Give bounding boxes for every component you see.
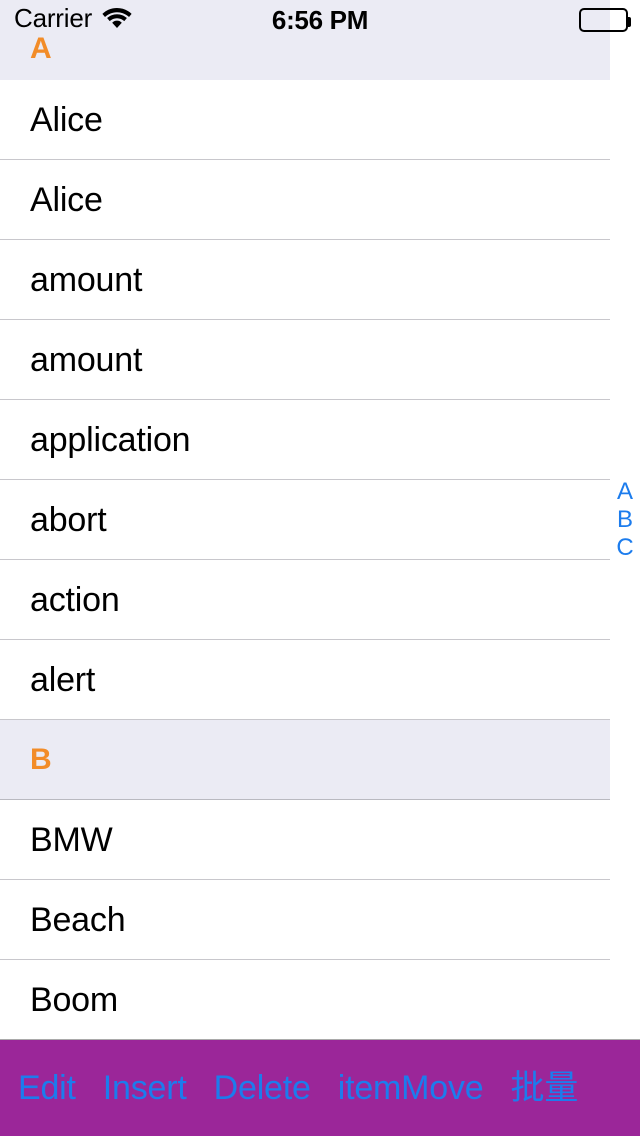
bottom-toolbar: Edit Insert Delete itemMove 批量	[0, 1039, 640, 1136]
table-row[interactable]: Alice	[0, 160, 610, 240]
table-row[interactable]: alert	[0, 640, 610, 720]
toolbar-button-insert[interactable]: Insert	[103, 1068, 187, 1108]
table-row-label: application	[30, 420, 191, 459]
table-row-label: amount	[30, 260, 143, 299]
app-root: A Alice Alice amount amount application abort a…	[0, 0, 640, 1136]
table-row-label: amount	[30, 340, 143, 379]
table-row[interactable]: amount	[0, 320, 610, 400]
table-row[interactable]: abort	[0, 480, 610, 560]
index-letter-A[interactable]: A	[610, 478, 640, 506]
toolbar-item-list: Edit Insert Delete itemMove 批量	[18, 1068, 578, 1108]
table-row-label: Alice	[30, 100, 103, 139]
table-row[interactable]: Beach	[0, 880, 610, 960]
section-header-title: B	[30, 742, 52, 776]
toolbar-button-批量[interactable]: 批量	[511, 1068, 579, 1108]
table-row-label: action	[30, 580, 120, 619]
table-row-label: abort	[30, 500, 107, 539]
contacts-table[interactable]: A Alice Alice amount amount application abort a…	[0, 0, 610, 1039]
table-row-label: Alice	[30, 180, 103, 219]
index-letter-C[interactable]: C	[610, 534, 640, 562]
table-body: A Alice Alice amount amount application abort a…	[0, 0, 610, 1039]
table-row-label: BMW	[30, 820, 113, 859]
section-header-title: A	[30, 32, 52, 65]
index-letter-B[interactable]: B	[610, 506, 640, 534]
table-row[interactable]: amount	[0, 240, 610, 320]
table-row[interactable]: action	[0, 560, 610, 640]
toolbar-button-itemmove[interactable]: itemMove	[338, 1068, 484, 1108]
toolbar-button-edit[interactable]: Edit	[18, 1068, 76, 1108]
table-row-label: alert	[30, 660, 96, 699]
index-letter-list[interactable]: ABC	[610, 478, 640, 562]
table-row-label: Beach	[30, 900, 126, 939]
section-header-A: A	[0, 0, 610, 80]
toolbar-button-delete[interactable]: Delete	[214, 1068, 311, 1108]
table-row[interactable]: Alice	[0, 80, 610, 160]
section-header-B: B	[0, 720, 610, 800]
section-index-bar[interactable]: ABC	[610, 0, 640, 1039]
table-row[interactable]: Boom	[0, 960, 610, 1039]
table-row[interactable]: BMW	[0, 800, 610, 880]
table-row-label: Boom	[30, 980, 119, 1019]
table-row[interactable]: application	[0, 400, 610, 480]
